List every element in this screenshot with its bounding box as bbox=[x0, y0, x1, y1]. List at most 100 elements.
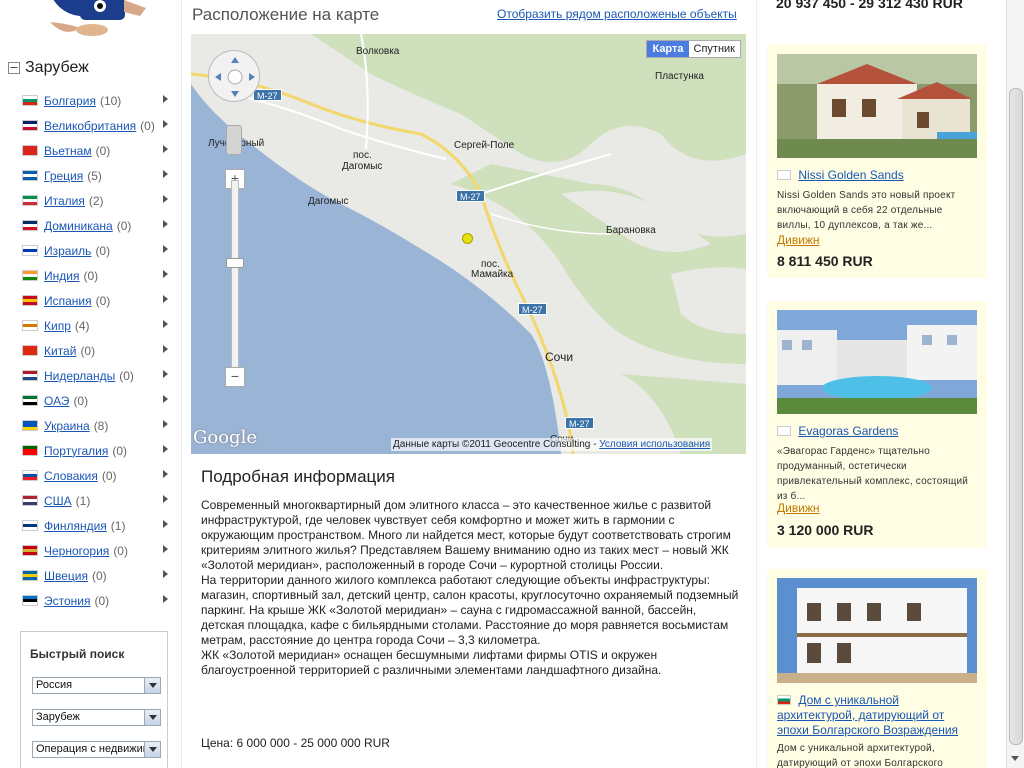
chevron-right-icon[interactable] bbox=[163, 270, 168, 278]
country-item[interactable]: Словакия (0) bbox=[22, 463, 172, 488]
country-item[interactable]: Италия (2) bbox=[22, 188, 172, 213]
country-link[interactable]: США bbox=[44, 494, 72, 508]
country-link[interactable]: Индия bbox=[44, 269, 79, 283]
listing-title-link[interactable]: Nissi Golden Sands bbox=[798, 168, 903, 182]
chevron-right-icon[interactable] bbox=[163, 170, 168, 178]
page-scrollbar[interactable] bbox=[1006, 0, 1024, 768]
chevron-right-icon[interactable] bbox=[163, 195, 168, 203]
chevron-right-icon[interactable] bbox=[163, 120, 168, 128]
country-link[interactable]: Украина bbox=[44, 419, 90, 433]
country-flag-icon bbox=[22, 545, 38, 556]
chevron-right-icon[interactable] bbox=[163, 145, 168, 153]
listing-photo[interactable] bbox=[777, 54, 977, 158]
country-link[interactable]: Словакия bbox=[44, 469, 98, 483]
chevron-right-icon[interactable] bbox=[163, 295, 168, 303]
chevron-right-icon[interactable] bbox=[163, 520, 168, 528]
map-type-satellite-button[interactable]: Спутник bbox=[688, 41, 740, 57]
details-title: Подробная информация bbox=[201, 467, 395, 486]
operation-select[interactable]: Операция с недвижимостью bbox=[32, 741, 161, 758]
collapse-toggle-icon[interactable]: − bbox=[8, 62, 20, 74]
country-item[interactable]: Греция (5) bbox=[22, 163, 172, 188]
chevron-right-icon[interactable] bbox=[163, 495, 168, 503]
country-item[interactable]: Черногория (0) bbox=[22, 538, 172, 563]
chevron-right-icon[interactable] bbox=[163, 470, 168, 478]
country-select[interactable]: Россия bbox=[32, 677, 161, 694]
listing-title-link[interactable]: Дом с уникальной архитектурой, датирующи… bbox=[777, 693, 958, 737]
country-item[interactable]: США (1) bbox=[22, 488, 172, 513]
country-link[interactable]: Греция bbox=[44, 169, 83, 183]
chevron-right-icon[interactable] bbox=[163, 345, 168, 353]
country-item[interactable]: Индия (0) bbox=[22, 263, 172, 288]
country-link[interactable]: Черногория bbox=[44, 544, 109, 558]
country-item[interactable]: Украина (8) bbox=[22, 413, 172, 438]
show-nearby-link[interactable]: Отобразить рядом расположеные объекты bbox=[497, 7, 737, 21]
chevron-right-icon[interactable] bbox=[163, 595, 168, 603]
terms-link[interactable]: Условия использования bbox=[599, 439, 710, 450]
country-link[interactable]: Вьетнам bbox=[44, 144, 92, 158]
chevron-right-icon[interactable] bbox=[163, 420, 168, 428]
country-count: (2) bbox=[88, 193, 104, 208]
country-item[interactable]: ОАЭ (0) bbox=[22, 388, 172, 413]
country-item[interactable]: Эстония (0) bbox=[22, 588, 172, 613]
map-type-map-button[interactable]: Карта bbox=[647, 41, 689, 57]
listing-title-link[interactable]: Evagoras Gardens bbox=[798, 424, 898, 438]
country-link[interactable]: Испания bbox=[44, 294, 92, 308]
country-link[interactable]: ОАЭ bbox=[44, 394, 69, 408]
country-link[interactable]: Великобритания bbox=[44, 119, 136, 133]
listing-card[interactable]: Evagoras Gardens «Эвагорас Гарденс» тщат… bbox=[767, 301, 987, 548]
country-link[interactable]: Доминикана bbox=[44, 219, 113, 233]
street-view-pegman-icon[interactable] bbox=[226, 125, 242, 155]
foreign-section-header[interactable]: − Зарубеж bbox=[8, 58, 89, 78]
chevron-down-icon[interactable] bbox=[144, 710, 160, 725]
chevron-right-icon[interactable] bbox=[163, 545, 168, 553]
chevron-right-icon[interactable] bbox=[163, 370, 168, 378]
country-link[interactable]: Португалия bbox=[44, 444, 108, 458]
scrollbar-thumb[interactable] bbox=[1009, 88, 1023, 745]
country-link[interactable]: Италия bbox=[44, 194, 85, 208]
country-link[interactable]: Китай bbox=[44, 344, 76, 358]
country-item[interactable]: Нидерланды (0) bbox=[22, 363, 172, 388]
pan-control[interactable] bbox=[208, 50, 260, 102]
map-type-switch: Карта Спутник bbox=[646, 40, 741, 58]
country-item[interactable]: Швеция (0) bbox=[22, 563, 172, 588]
chevron-right-icon[interactable] bbox=[163, 220, 168, 228]
chevron-right-icon[interactable] bbox=[163, 570, 168, 578]
country-item[interactable]: Испания (0) bbox=[22, 288, 172, 313]
listing-location-link[interactable]: Дивижн bbox=[777, 501, 820, 515]
country-link[interactable]: Нидерланды bbox=[44, 369, 115, 383]
chevron-right-icon[interactable] bbox=[163, 245, 168, 253]
country-item[interactable]: Доминикана (0) bbox=[22, 213, 172, 238]
location-marker[interactable] bbox=[462, 233, 473, 244]
listing-photo[interactable] bbox=[777, 310, 977, 414]
region-select[interactable]: Зарубеж bbox=[32, 709, 161, 726]
country-item[interactable]: Великобритания (0) bbox=[22, 113, 172, 138]
zoom-slider-handle[interactable] bbox=[226, 258, 244, 268]
country-item[interactable]: Кипр (4) bbox=[22, 313, 172, 338]
country-link[interactable]: Швеция bbox=[44, 569, 88, 583]
map[interactable]: Волковка Пластунка Лучезарный пос. Дагом… bbox=[191, 34, 746, 454]
country-link[interactable]: Израиль bbox=[44, 244, 91, 258]
country-link[interactable]: Финляндия bbox=[44, 519, 107, 533]
listing-card[interactable]: Дом с уникальной архитектурой, датирующи… bbox=[767, 569, 987, 768]
chevron-right-icon[interactable] bbox=[163, 320, 168, 328]
country-link[interactable]: Кипр bbox=[44, 319, 71, 333]
chevron-right-icon[interactable] bbox=[163, 445, 168, 453]
country-item[interactable]: Китай (0) bbox=[22, 338, 172, 363]
listing-card[interactable]: Nissi Golden Sands Nissi Golden Sands эт… bbox=[767, 44, 987, 278]
country-item[interactable]: Португалия (0) bbox=[22, 438, 172, 463]
chevron-down-icon[interactable] bbox=[144, 742, 160, 757]
listing-location-link[interactable]: Дивижн bbox=[777, 233, 820, 247]
chevron-down-icon[interactable] bbox=[144, 678, 160, 693]
country-item[interactable]: Израиль (0) bbox=[22, 238, 172, 263]
listing-photo[interactable] bbox=[777, 578, 977, 683]
zoom-out-button[interactable]: − bbox=[225, 367, 245, 387]
country-link[interactable]: Эстония bbox=[44, 594, 91, 608]
scroll-down-arrow-icon[interactable] bbox=[1011, 756, 1019, 761]
country-link[interactable]: Болгария bbox=[44, 94, 96, 108]
zoom-slider[interactable] bbox=[231, 180, 239, 370]
country-item[interactable]: Болгария (10) bbox=[22, 88, 172, 113]
country-item[interactable]: Вьетнам (0) bbox=[22, 138, 172, 163]
country-item[interactable]: Финляндия (1) bbox=[22, 513, 172, 538]
chevron-right-icon[interactable] bbox=[163, 395, 168, 403]
chevron-right-icon[interactable] bbox=[163, 95, 168, 103]
